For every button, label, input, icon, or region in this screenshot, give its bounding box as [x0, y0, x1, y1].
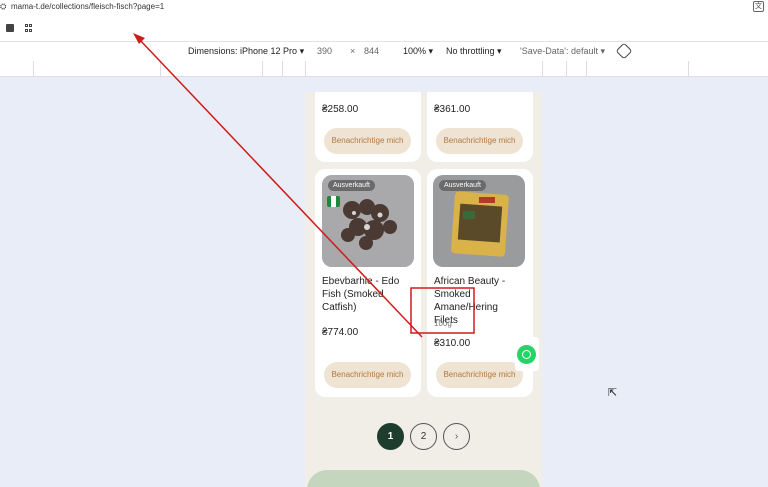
- devtools-toolbar: [0, 14, 768, 42]
- sold-out-badge: Ausverkauft: [439, 180, 486, 191]
- device-emulation-bar: Dimensions: iPhone 12 Pro ▾ 390 × 844 10…: [0, 42, 768, 61]
- product-image[interactable]: Ausverkauft: [433, 175, 525, 267]
- site-info-icon[interactable]: ⛭: [0, 2, 6, 11]
- product-card[interactable]: ₴258.00 Benachrichtige mich: [315, 92, 421, 162]
- product-card[interactable]: ₴361.00 Benachrichtige mich: [427, 92, 533, 162]
- notify-me-button[interactable]: Benachrichtige mich: [436, 128, 523, 154]
- address-bar[interactable]: ⛭ mama-t.de/collections/fleisch-fisch?pa…: [0, 0, 768, 14]
- url-text[interactable]: mama-t.de/collections/fleisch-fisch?page…: [11, 2, 164, 11]
- rotate-icon[interactable]: [615, 42, 633, 60]
- width-input[interactable]: 390: [317, 46, 332, 56]
- product-title[interactable]: Ebevbarhie - Edo Fish (Smoked Catfish): [322, 275, 412, 314]
- product-price: ₴258.00: [322, 104, 359, 115]
- whatsapp-chat-button[interactable]: [515, 337, 539, 371]
- page-2-button[interactable]: 2: [410, 423, 437, 450]
- next-page-button[interactable]: ›: [443, 423, 470, 450]
- inspect-element-icon[interactable]: [6, 24, 14, 32]
- chevron-right-icon: ›: [454, 431, 459, 442]
- device-toolbar-icon[interactable]: [25, 24, 33, 32]
- product-image[interactable]: Ausverkauft: [322, 175, 414, 267]
- notify-me-button[interactable]: Benachrichtige mich: [324, 362, 411, 388]
- media-query-ruler: [0, 61, 768, 77]
- mobile-viewport: ₴258.00 Benachrichtige mich ₴361.00 Bena…: [305, 92, 542, 487]
- throttling-select[interactable]: No throttling ▾: [446, 46, 502, 57]
- product-price: ₴310.00: [434, 338, 471, 349]
- footer-banner: [307, 470, 540, 487]
- product-weight: 100g: [434, 319, 452, 328]
- nigeria-flag-icon: [327, 196, 340, 207]
- product-price: ₴361.00: [434, 104, 471, 115]
- notify-me-button[interactable]: Benachrichtige mich: [436, 362, 523, 388]
- zoom-select[interactable]: 100% ▾: [403, 46, 433, 57]
- dimensions-select[interactable]: Dimensions: iPhone 12 Pro ▾: [188, 46, 304, 57]
- mouse-cursor-icon: ⇱: [608, 387, 618, 399]
- page-1-button[interactable]: 1: [377, 423, 404, 450]
- height-input[interactable]: 844: [364, 46, 379, 56]
- dimension-separator: ×: [350, 46, 356, 56]
- sold-out-badge: Ausverkauft: [328, 180, 375, 191]
- whatsapp-icon: [517, 345, 536, 364]
- notify-me-button[interactable]: Benachrichtige mich: [324, 128, 411, 154]
- save-data-select[interactable]: 'Save-Data': default ▾: [520, 46, 605, 57]
- translate-icon[interactable]: 文: [753, 1, 764, 12]
- product-card[interactable]: Ausverkauft Ebevbarhie - Edo Fish (Smoke…: [315, 169, 421, 397]
- product-price: ₴774.00: [322, 327, 359, 338]
